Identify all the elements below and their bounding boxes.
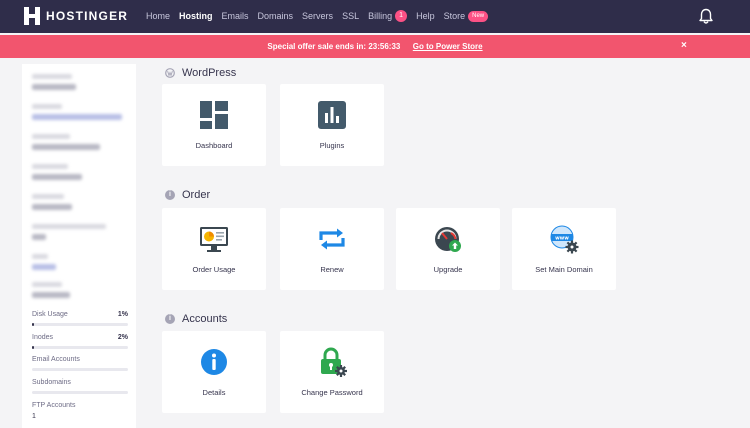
email-accounts-bar <box>32 368 128 371</box>
hosting-info-sidebar: Disk Usage 1% Inodes 2% Email Accounts S… <box>22 64 136 428</box>
disk-usage-bar <box>32 323 128 326</box>
nav-item-servers[interactable]: Servers <box>302 11 333 21</box>
redacted-label <box>32 282 62 287</box>
redacted-value <box>32 292 70 298</box>
inodes-label: Inodes <box>32 334 54 341</box>
hostinger-logo[interactable]: HOSTINGER <box>24 7 128 25</box>
redacted-link <box>32 114 122 120</box>
disk-usage-percent: 1% <box>117 311 128 318</box>
redacted-label <box>32 134 70 139</box>
wordpress-plugins-card[interactable]: Plugins <box>280 84 384 166</box>
lock-gear-icon <box>321 347 347 377</box>
info-icon <box>201 349 227 375</box>
disk-usage-label: Disk Usage <box>32 311 68 318</box>
dashboard-grid-icon <box>200 101 228 129</box>
card-label: Change Password <box>301 388 363 397</box>
redacted-label <box>32 254 48 259</box>
store-new-badge: New <box>468 10 489 22</box>
section-title: Accounts <box>182 313 228 325</box>
brand-name: HOSTINGER <box>46 9 129 23</box>
redacted-value <box>32 84 76 90</box>
nav-item-store[interactable]: Store New <box>443 10 489 22</box>
nav-item-billing[interactable]: Billing 1 <box>368 10 408 22</box>
redacted-link <box>32 264 56 270</box>
bell-icon[interactable] <box>698 8 714 25</box>
hostinger-logo-icon <box>24 7 40 25</box>
nav-label: Home <box>146 11 171 21</box>
ftp-accounts-value: 1 <box>32 413 36 420</box>
subdomains-label: Subdomains <box>32 379 71 386</box>
nav-item-ssl[interactable]: SSL <box>342 11 359 21</box>
wordpress-section-header: WordPress <box>165 67 236 79</box>
top-navigation: HOSTINGER Home Hosting Emails Domains Se… <box>0 0 750 33</box>
nav-label: Servers <box>302 11 334 21</box>
account-details-card[interactable]: Details <box>162 331 266 413</box>
set-main-domain-card[interactable]: www Set Main Domain <box>512 208 616 290</box>
redacted-value <box>32 234 46 240</box>
redacted-value <box>32 174 82 180</box>
bar-chart-icon <box>318 101 346 129</box>
upgrade-card[interactable]: Upgrade <box>396 208 500 290</box>
inodes-percent: 2% <box>117 334 128 341</box>
promo-countdown-text: Special offer sale ends in: 23:56:33 <box>267 42 401 51</box>
wordpress-icon <box>165 68 175 78</box>
email-accounts-label: Email Accounts <box>32 356 80 363</box>
nav-label: Store <box>443 11 466 21</box>
info-circle-icon: i <box>165 190 175 200</box>
subdomains-bar <box>32 391 128 394</box>
promo-banner: Special offer sale ends in: 23:56:33 Go … <box>0 35 750 58</box>
power-store-link[interactable]: Go to Power Store <box>413 42 483 51</box>
nav-item-help[interactable]: Help <box>416 11 435 21</box>
nav-label: Help <box>416 11 435 21</box>
order-usage-card[interactable]: Order Usage <box>162 208 266 290</box>
speedometer-icon <box>435 227 461 252</box>
renew-card[interactable]: Renew <box>280 208 384 290</box>
order-section-header: i Order <box>165 189 210 201</box>
inodes-bar <box>32 346 128 349</box>
section-title: Order <box>182 189 211 201</box>
card-label: Set Main Domain <box>535 265 593 274</box>
monitor-pie-icon <box>200 227 228 252</box>
card-label: Renew <box>320 265 344 274</box>
billing-count-badge: 1 <box>395 10 408 22</box>
change-password-card[interactable]: Change Password <box>280 331 384 413</box>
redacted-label <box>32 104 62 109</box>
nav-label: SSL <box>342 11 360 21</box>
ftp-accounts-label: FTP Accounts <box>32 402 76 409</box>
redacted-label <box>32 194 64 199</box>
nav-item-hosting[interactable]: Hosting <box>179 11 213 21</box>
main-nav: Home Hosting Emails Domains Servers SSL … <box>146 10 497 22</box>
redacted-label <box>32 74 72 79</box>
card-label: Plugins <box>319 141 345 150</box>
redacted-label <box>32 224 106 229</box>
card-label: Upgrade <box>433 265 463 274</box>
disk-usage-fill <box>32 323 34 326</box>
nav-item-home[interactable]: Home <box>146 11 170 21</box>
promo-close-icon[interactable]: × <box>681 40 687 51</box>
nav-item-domains[interactable]: Domains <box>258 11 294 21</box>
nav-item-emails[interactable]: Emails <box>222 11 249 21</box>
card-label: Dashboard <box>195 141 233 150</box>
renew-arrows-icon <box>319 228 345 250</box>
card-label: Details <box>202 388 226 397</box>
redacted-value <box>32 144 100 150</box>
redacted-label <box>32 164 68 169</box>
nav-label: Billing <box>368 11 393 21</box>
nav-label: Emails <box>221 11 249 21</box>
section-title: WordPress <box>182 67 237 79</box>
nav-label: Domains <box>257 11 294 21</box>
wordpress-dashboard-card[interactable]: Dashboard <box>162 84 266 166</box>
nav-label: Hosting <box>179 11 213 21</box>
www-gear-icon: www <box>550 225 579 254</box>
card-label: Order Usage <box>192 265 236 274</box>
info-circle-icon: i <box>165 314 175 324</box>
redacted-value <box>32 204 72 210</box>
accounts-section-header: i Accounts <box>165 313 227 325</box>
inodes-fill <box>32 346 34 349</box>
svg-text:www: www <box>555 236 569 242</box>
